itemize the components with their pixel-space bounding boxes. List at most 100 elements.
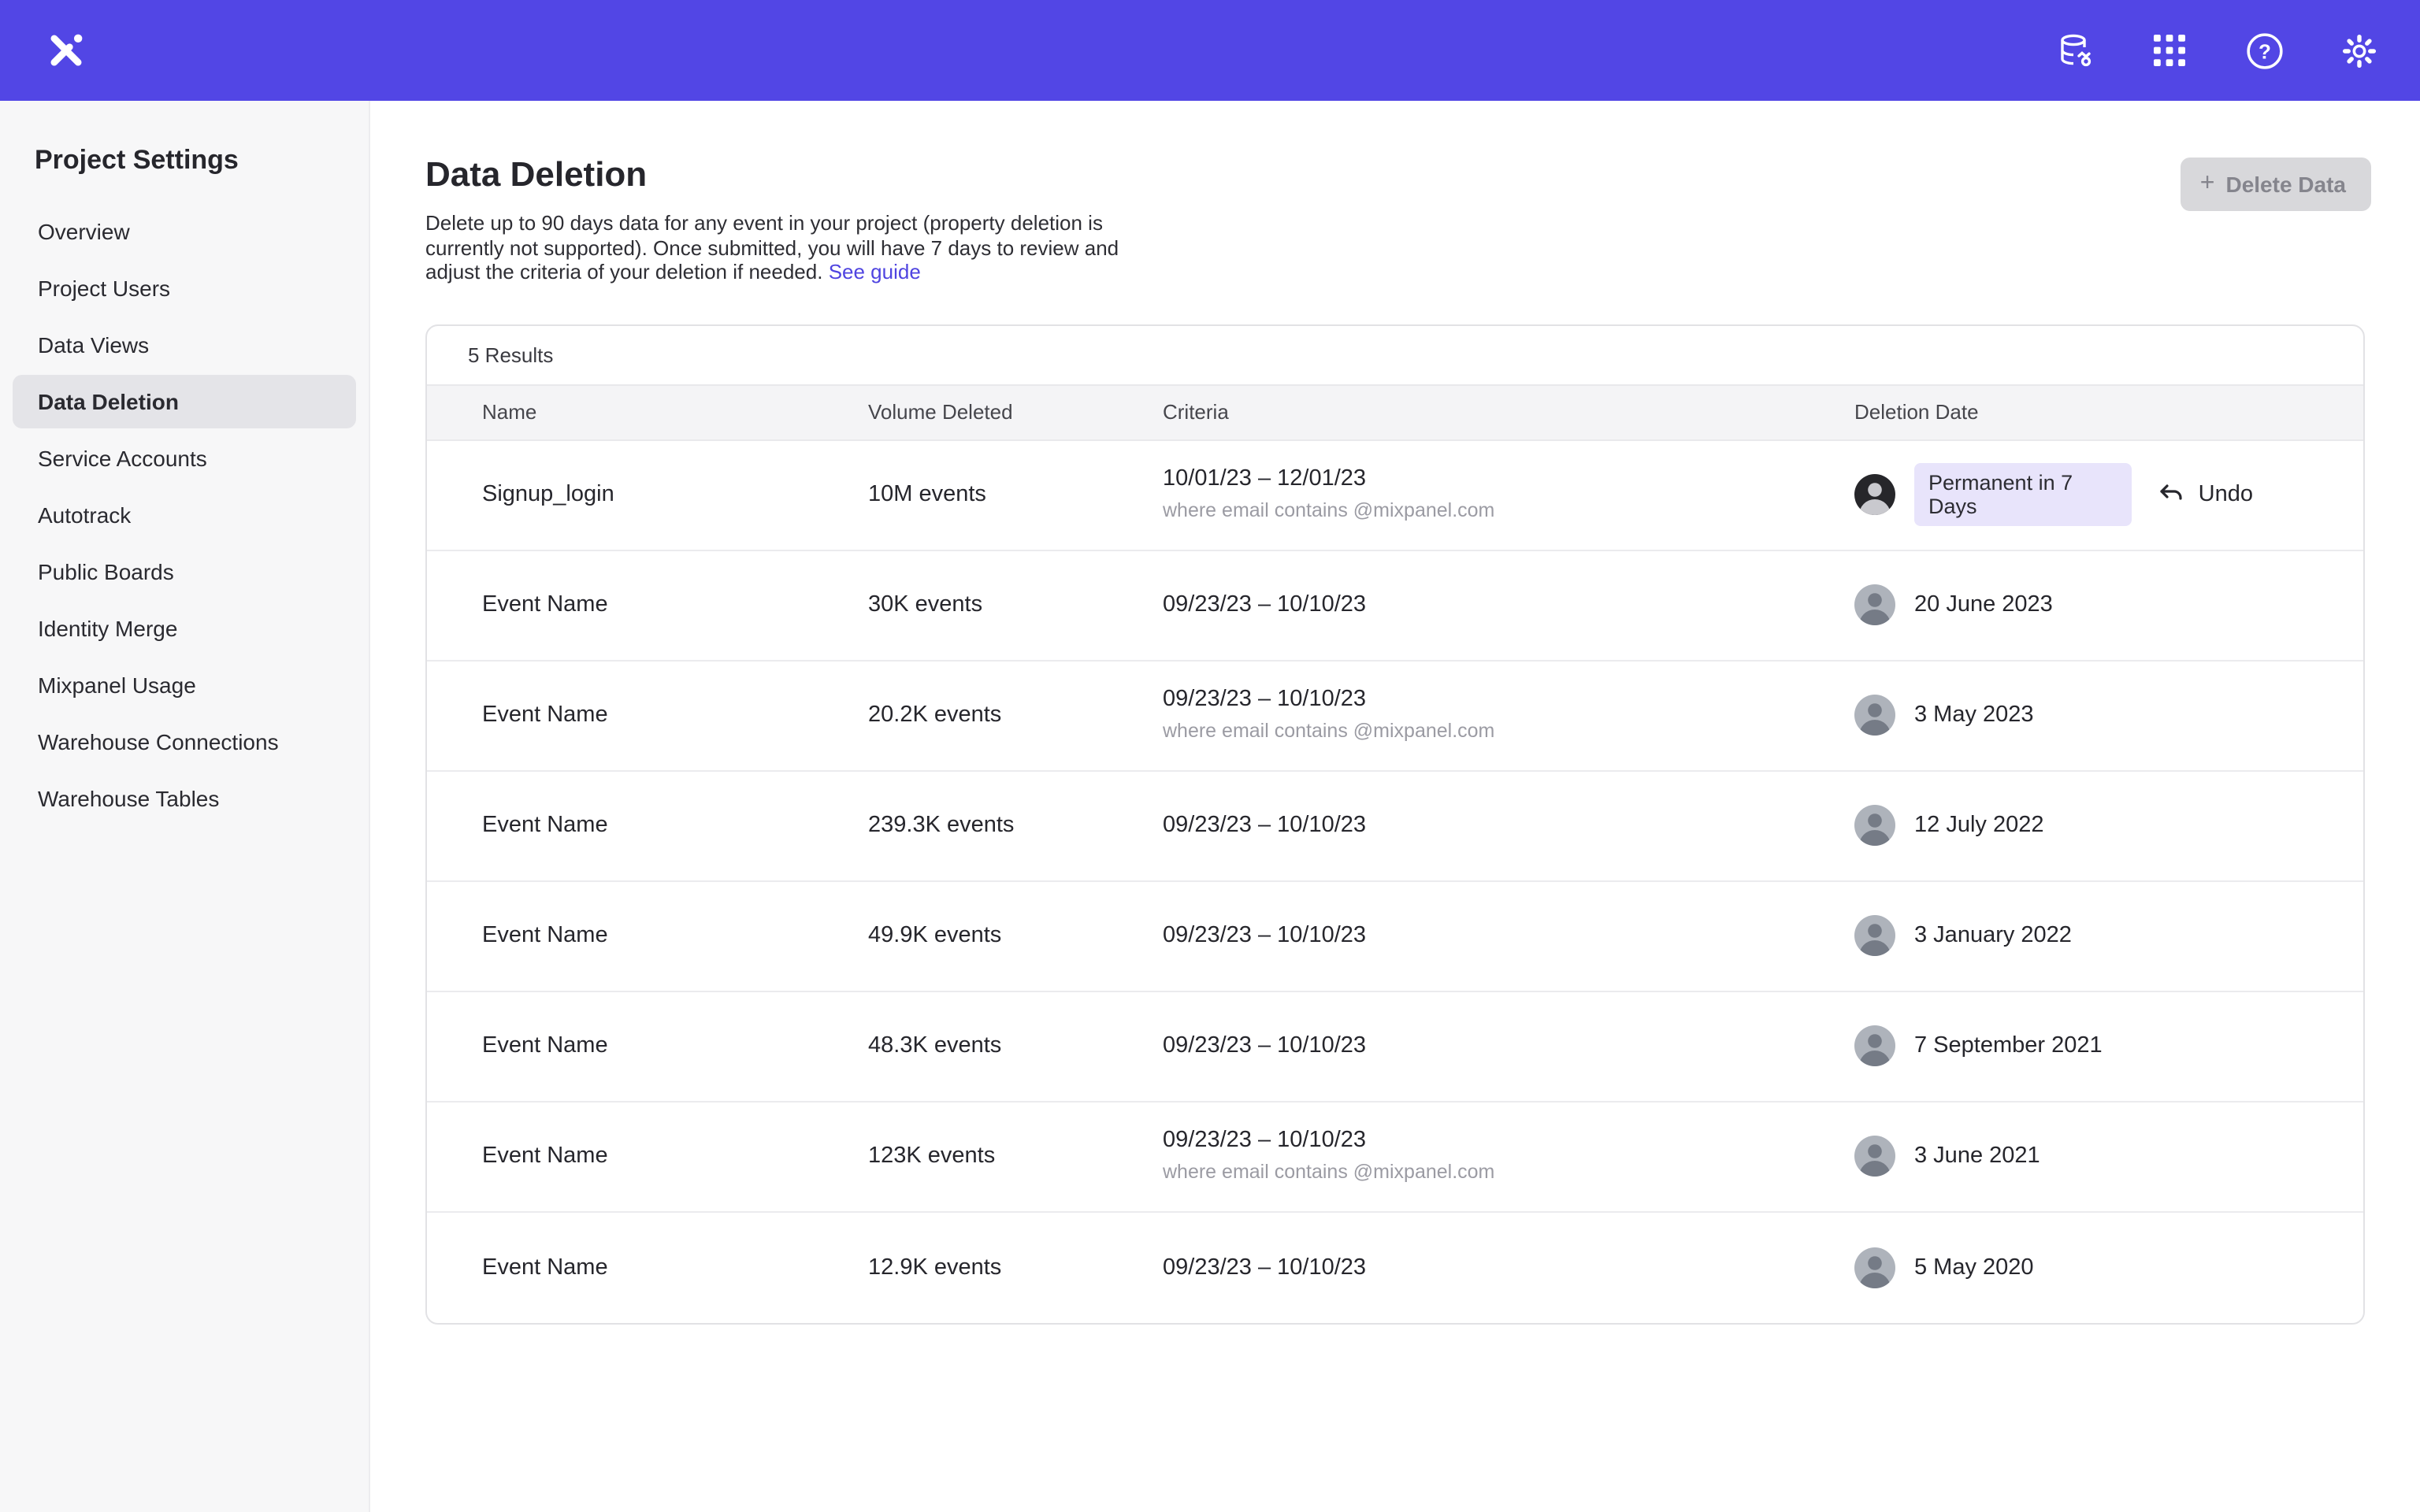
results-count: 5 Results — [427, 325, 2363, 384]
delete-data-button-label: Delete Data — [2225, 172, 2346, 197]
table-row: Event Name 123K events 09/23/23 – 10/10/… — [427, 1102, 2363, 1212]
deletion-date-text: 3 May 2023 — [1914, 702, 2034, 728]
row-deletion-date: 3 June 2021 — [1854, 1136, 2335, 1177]
sidebar-item-data-deletion[interactable]: Data Deletion — [13, 375, 356, 428]
sidebar-item-warehouse-tables[interactable]: Warehouse Tables — [13, 772, 356, 825]
row-name: Event Name — [482, 813, 868, 838]
deletion-date-text: 7 September 2021 — [1914, 1033, 2103, 1058]
criteria-range: 09/23/23 – 10/10/23 — [1163, 1125, 1854, 1156]
topbar-actions: ? — [2054, 30, 2379, 71]
sidebar-item-warehouse-connections[interactable]: Warehouse Connections — [13, 715, 356, 769]
column-header-criteria: Criteria — [1163, 400, 1854, 424]
avatar — [1854, 695, 1895, 736]
row-criteria: 09/23/23 – 10/10/23 — [1163, 920, 1854, 951]
criteria-range: 09/23/23 – 10/10/23 — [1163, 810, 1854, 841]
row-deletion-date: 12 July 2022 — [1854, 805, 2335, 846]
row-deletion-date: Permanent in 7 Days Undo — [1854, 463, 2335, 526]
sidebar: Project Settings Overview Project Users … — [0, 101, 370, 1512]
plus-icon: + — [2200, 173, 2215, 195]
avatar — [1854, 1025, 1895, 1066]
app-root: ? Project Settings Overview — [0, 0, 2420, 1512]
undo-button[interactable]: Undo — [2151, 474, 2259, 515]
deletion-table-card: 5 Results Name Volume Deleted Criteria D… — [425, 324, 2365, 1324]
sidebar-item-data-views[interactable]: Data Views — [13, 318, 356, 372]
sidebar-title: Project Settings — [0, 145, 369, 205]
sidebar-item-autotrack[interactable]: Autotrack — [13, 488, 356, 542]
table-row: Event Name 48.3K events 09/23/23 – 10/10… — [427, 991, 2363, 1102]
criteria-range: 10/01/23 – 12/01/23 — [1163, 463, 1854, 495]
row-name: Event Name — [482, 1033, 868, 1058]
row-criteria: 10/01/23 – 12/01/23 where email contains… — [1163, 463, 1854, 526]
row-volume: 30K events — [868, 592, 1163, 617]
column-header-deletion-date: Deletion Date — [1854, 400, 2335, 424]
sidebar-item-service-accounts[interactable]: Service Accounts — [13, 432, 356, 485]
undo-label: Undo — [2199, 482, 2253, 507]
help-icon[interactable]: ? — [2244, 30, 2285, 71]
delete-data-button[interactable]: + Delete Data — [2181, 158, 2371, 211]
column-header-volume: Volume Deleted — [868, 400, 1163, 424]
table-row: Signup_login 10M events 10/01/23 – 12/01… — [427, 440, 2363, 550]
row-volume: 48.3K events — [868, 1033, 1163, 1058]
criteria-range: 09/23/23 – 10/10/23 — [1163, 1251, 1854, 1283]
row-volume: 123K events — [868, 1143, 1163, 1169]
main-content: Data Deletion Delete up to 90 days data … — [370, 101, 2420, 1512]
deletion-date-text: 5 May 2020 — [1914, 1254, 2034, 1280]
table-row: Event Name 49.9K events 09/23/23 – 10/10… — [427, 881, 2363, 991]
table-row: Event Name 20.2K events 09/23/23 – 10/10… — [427, 661, 2363, 771]
avatar — [1854, 584, 1895, 625]
svg-text:?: ? — [2258, 39, 2270, 62]
avatar — [1854, 1136, 1895, 1177]
undo-icon — [2158, 480, 2186, 509]
row-volume: 12.9K events — [868, 1254, 1163, 1280]
row-deletion-date: 7 September 2021 — [1854, 1025, 2335, 1066]
criteria-range: 09/23/23 – 10/10/23 — [1163, 684, 1854, 715]
row-deletion-date: 3 January 2022 — [1854, 915, 2335, 956]
avatar — [1854, 1247, 1895, 1288]
deletion-date-text: 3 January 2022 — [1914, 923, 2072, 948]
settings-icon[interactable] — [2338, 30, 2379, 71]
criteria-range: 09/23/23 – 10/10/23 — [1163, 589, 1854, 621]
row-name: Event Name — [482, 702, 868, 728]
status-badge: Permanent in 7 Days — [1914, 463, 2132, 526]
row-criteria: 09/23/23 – 10/10/23 — [1163, 1251, 1854, 1283]
mixpanel-logo-icon — [46, 30, 87, 71]
row-criteria: 09/23/23 – 10/10/23 where email contains… — [1163, 684, 1854, 747]
avatar — [1854, 915, 1895, 956]
table-row: Event Name 239.3K events 09/23/23 – 10/1… — [427, 771, 2363, 881]
row-volume: 239.3K events — [868, 813, 1163, 838]
see-guide-link[interactable]: See guide — [829, 260, 921, 284]
avatar — [1854, 805, 1895, 846]
sidebar-item-public-boards[interactable]: Public Boards — [13, 545, 356, 598]
row-name: Signup_login — [482, 482, 868, 507]
row-name: Event Name — [482, 923, 868, 948]
avatar — [1854, 474, 1895, 515]
row-name: Event Name — [482, 1143, 868, 1169]
row-criteria: 09/23/23 – 10/10/23 — [1163, 1030, 1854, 1062]
row-volume: 49.9K events — [868, 923, 1163, 948]
table-header-row: Name Volume Deleted Criteria Deletion Da… — [427, 384, 2363, 440]
sidebar-item-mixpanel-usage[interactable]: Mixpanel Usage — [13, 658, 356, 712]
row-deletion-date: 5 May 2020 — [1854, 1247, 2335, 1288]
row-deletion-date: 20 June 2023 — [1854, 584, 2335, 625]
row-criteria: 09/23/23 – 10/10/23 — [1163, 589, 1854, 621]
table-row: Event Name 12.9K events 09/23/23 – 10/10… — [427, 1212, 2363, 1322]
row-criteria: 09/23/23 – 10/10/23 — [1163, 810, 1854, 841]
sidebar-item-identity-merge[interactable]: Identity Merge — [13, 602, 356, 655]
data-icon[interactable] — [2054, 30, 2095, 71]
criteria-filter: where email contains @mixpanel.com — [1163, 715, 1854, 747]
sidebar-item-project-users[interactable]: Project Users — [13, 261, 356, 315]
criteria-range: 09/23/23 – 10/10/23 — [1163, 1030, 1854, 1062]
apps-grid-icon[interactable] — [2149, 30, 2190, 71]
mixpanel-logo[interactable] — [41, 25, 91, 76]
criteria-filter: where email contains @mixpanel.com — [1163, 1156, 1854, 1188]
row-name: Event Name — [482, 592, 868, 617]
deletion-date-text: 3 June 2021 — [1914, 1143, 2040, 1169]
row-criteria: 09/23/23 – 10/10/23 where email contains… — [1163, 1125, 1854, 1188]
topbar: ? — [0, 0, 2420, 101]
table-row: Event Name 30K events 09/23/23 – 10/10/2… — [427, 550, 2363, 661]
page-description: Delete up to 90 days data for any event … — [425, 211, 1130, 284]
sidebar-item-overview[interactable]: Overview — [13, 205, 356, 258]
column-header-name: Name — [482, 400, 868, 424]
deletion-date-text: 20 June 2023 — [1914, 592, 2053, 617]
criteria-filter: where email contains @mixpanel.com — [1163, 495, 1854, 526]
